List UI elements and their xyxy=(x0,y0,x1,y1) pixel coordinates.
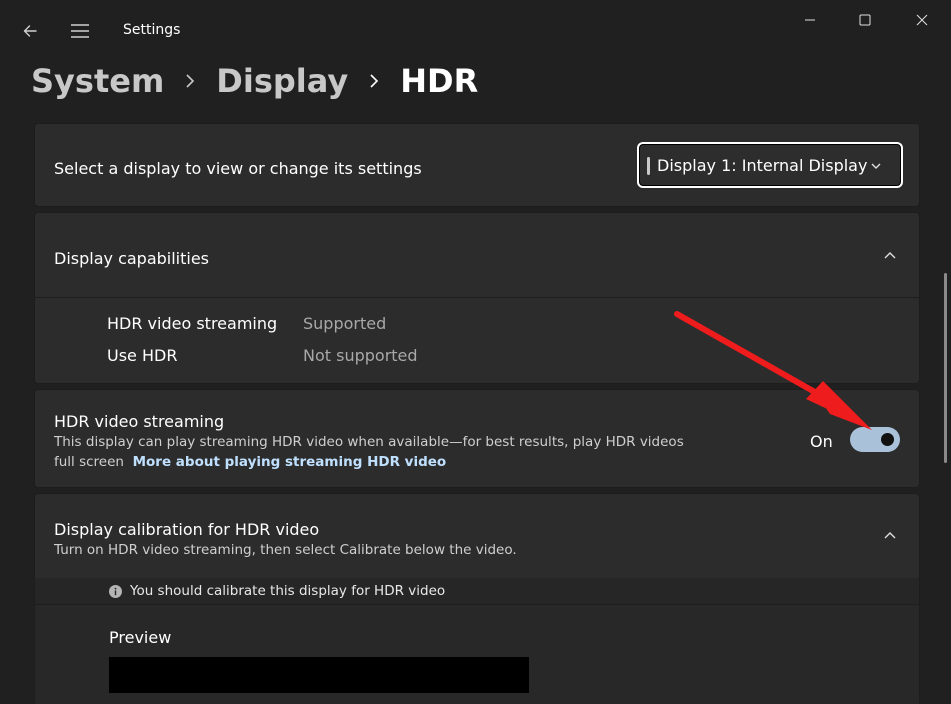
annotation-arrow-icon xyxy=(674,311,872,430)
